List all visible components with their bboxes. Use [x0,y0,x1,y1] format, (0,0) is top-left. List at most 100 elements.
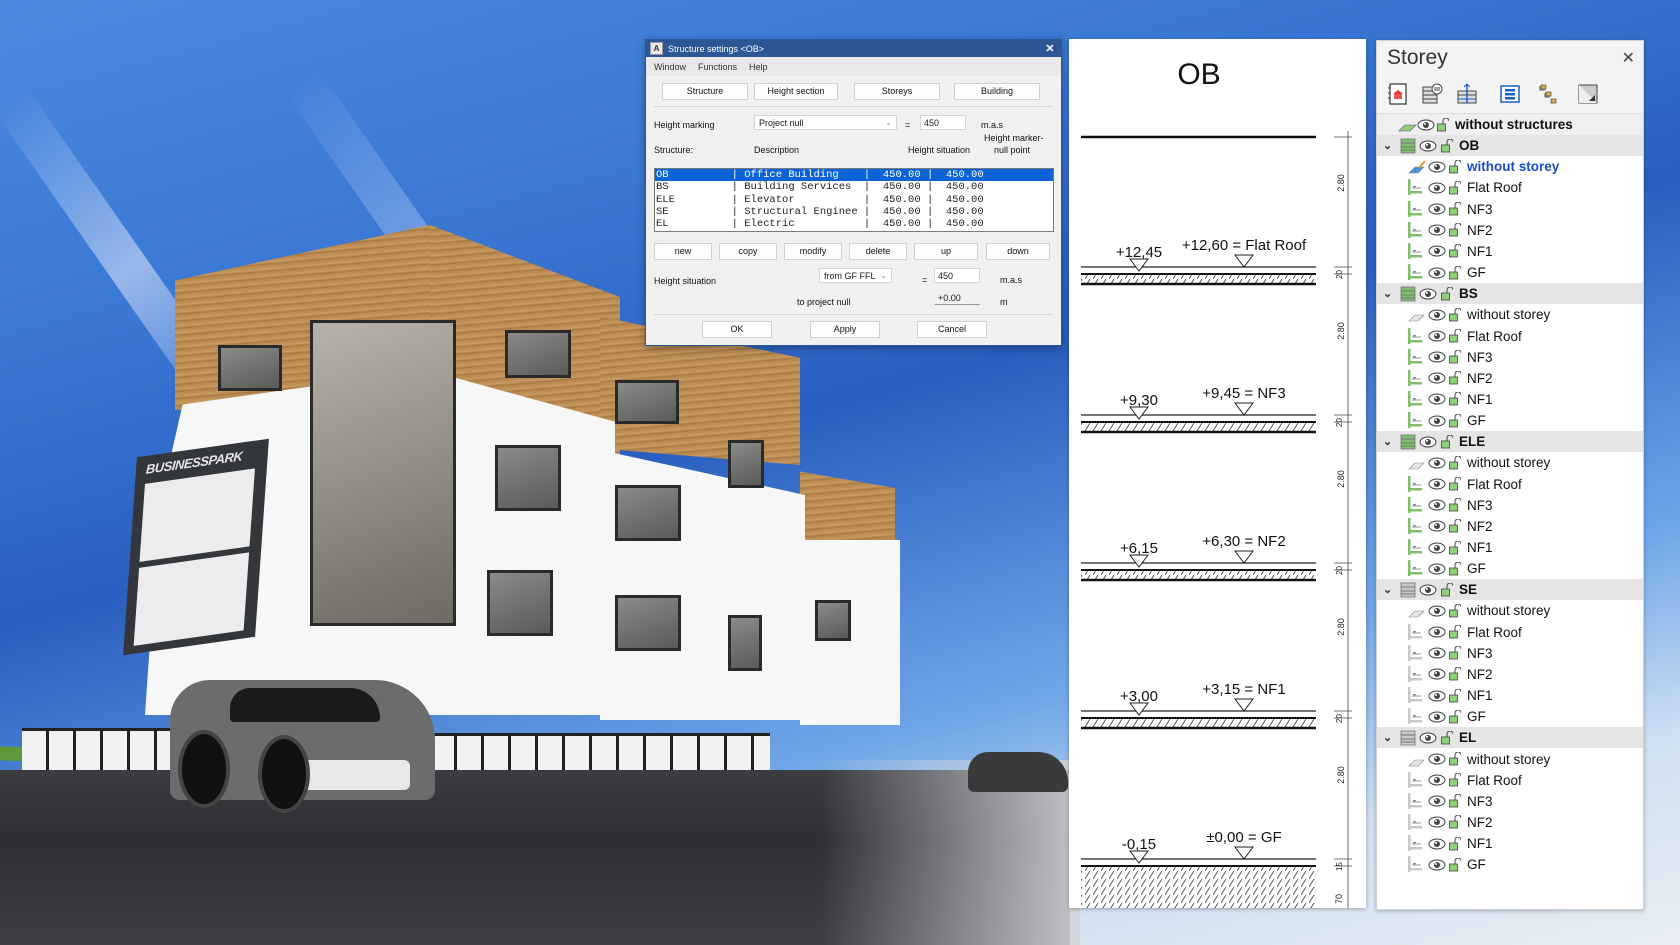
visibility-eye-icon[interactable] [1428,795,1446,807]
visibility-eye-icon[interactable] [1428,161,1446,173]
menu-window[interactable]: Window [654,62,686,72]
tree-item-storey[interactable]: GF [1377,262,1643,283]
list-icon[interactable] [1499,83,1521,105]
tree-item-storey[interactable]: NF3 [1377,495,1643,516]
unlocked-icon[interactable] [1449,646,1461,660]
structure-list-row[interactable]: SE | Structural Enginee | 450.00 | 450.0… [655,206,1053,218]
visibility-eye-icon[interactable] [1428,267,1446,279]
tree-item-storey[interactable]: NF2 [1377,664,1643,685]
visibility-eye-icon[interactable] [1428,690,1446,702]
tree-item-storey[interactable]: NF2 [1377,220,1643,241]
visibility-eye-icon[interactable] [1428,859,1446,871]
unlocked-icon[interactable] [1449,561,1461,576]
structure-list-row[interactable]: BS | Building Services | 450.00 | 450.00 [655,181,1053,193]
unlocked-icon[interactable] [1449,265,1461,280]
chevron-down-icon[interactable]: ⌄ [1383,435,1395,448]
unlocked-icon[interactable] [1449,625,1461,639]
apply-button[interactable]: Apply [810,321,880,338]
visibility-eye-icon[interactable] [1428,626,1446,638]
visibility-eye-icon[interactable] [1428,330,1446,342]
tree-item-storey[interactable]: Flat Roof [1377,177,1643,198]
tree-item-storey[interactable]: NF3 [1377,199,1643,220]
close-icon[interactable]: ✕ [1039,42,1061,55]
tree-item-storey[interactable]: NF1 [1377,389,1643,410]
visibility-eye-icon[interactable] [1428,372,1446,384]
unlocked-icon[interactable] [1449,202,1461,216]
unlocked-icon[interactable] [1449,223,1461,237]
tree-item-storey[interactable]: Flat Roof [1377,326,1643,347]
unlocked-icon[interactable] [1449,350,1461,364]
unlocked-icon[interactable] [1449,794,1461,808]
unlocked-icon[interactable] [1449,688,1461,703]
unlocked-icon[interactable] [1449,540,1461,555]
visibility-eye-icon[interactable] [1428,838,1446,850]
visibility-eye-icon[interactable] [1419,140,1437,152]
tree-item-storey[interactable]: without storey [1377,304,1643,325]
tree-item-storey[interactable]: NF2 [1377,812,1643,833]
tab-building[interactable]: Building [954,83,1040,100]
visibility-eye-icon[interactable] [1428,415,1446,427]
height-situation-select[interactable]: from GF FFL ⌄ [819,268,892,283]
new-button[interactable]: new [654,243,712,260]
tree-group-bs[interactable]: ⌄ BS [1377,283,1643,305]
unlocked-icon[interactable] [1449,773,1461,787]
unlocked-icon[interactable] [1441,434,1453,449]
visibility-eye-icon[interactable] [1428,499,1446,511]
unlocked-icon[interactable] [1449,307,1461,322]
tree-item-storey[interactable]: GF [1377,706,1643,727]
visibility-eye-icon[interactable] [1428,309,1446,321]
tree-item-storey[interactable]: GF [1377,854,1643,875]
unlocked-icon[interactable] [1449,752,1461,766]
copy-button[interactable]: copy [719,243,777,260]
unlocked-icon[interactable] [1449,159,1461,174]
tree-group-ob[interactable]: ⌄ OB [1377,135,1643,157]
unlocked-icon[interactable] [1449,392,1461,406]
visibility-eye-icon[interactable] [1419,584,1437,596]
structure-list-row[interactable]: ELE | Elevator | 450.00 | 450.00 [655,194,1053,206]
visibility-eye-icon[interactable] [1428,520,1446,532]
unlocked-icon[interactable] [1441,582,1453,597]
tree-group-ele[interactable]: ⌄ ELE [1377,431,1643,453]
visibility-eye-icon[interactable] [1428,542,1446,554]
up-button[interactable]: up [914,243,978,260]
visibility-eye-icon[interactable] [1428,224,1446,236]
visibility-eye-icon[interactable] [1419,436,1437,448]
tree-item-storey[interactable]: NF2 [1377,516,1643,537]
tab-height-section[interactable]: Height section [754,83,838,100]
chevron-down-icon[interactable]: ⌄ [1383,287,1395,300]
delete-button[interactable]: delete [849,243,907,260]
visibility-eye-icon[interactable] [1428,711,1446,723]
chevron-down-icon[interactable]: ⌄ [1383,583,1395,596]
menu-help[interactable]: Help [749,62,768,72]
down-button[interactable]: down [986,243,1050,260]
unlocked-icon[interactable] [1449,836,1461,851]
structure-list-row[interactable]: OB | Office Building | 450.00 | 450.00 [655,169,1053,182]
height-situation-input[interactable]: 450 [934,268,980,283]
visibility-eye-icon[interactable] [1428,774,1446,786]
visibility-eye-icon[interactable] [1428,478,1446,490]
chevron-down-icon[interactable]: ⌄ [1383,139,1395,152]
tree-item-storey[interactable]: NF2 [1377,368,1643,389]
tab-storeys[interactable]: Storeys [854,83,940,100]
unlocked-icon[interactable] [1449,709,1461,724]
height-marking-select[interactable]: Project null ⌄ [754,115,897,130]
unlocked-icon[interactable] [1449,455,1461,470]
tab-structure[interactable]: Structure [662,83,748,100]
unlocked-icon[interactable] [1449,498,1461,512]
visibility-eye-icon[interactable] [1428,647,1446,659]
visibility-eye-icon[interactable] [1428,605,1446,617]
visibility-eye-icon[interactable] [1428,816,1446,828]
unlocked-icon[interactable] [1449,477,1461,491]
storey-book-icon[interactable] [1387,83,1409,105]
tree-item-storey[interactable]: without storey [1377,749,1643,770]
tree-group-el[interactable]: ⌄ EL [1377,727,1643,749]
visibility-eye-icon[interactable] [1428,182,1446,194]
tree-item-storey[interactable]: GF [1377,558,1643,579]
unlocked-icon[interactable] [1449,667,1461,681]
structure-list[interactable]: OB | Office Building | 450.00 | 450.00 BS… [654,168,1054,232]
visibility-eye-icon[interactable] [1428,245,1446,257]
tree-item-storey[interactable]: without storey [1377,600,1643,621]
tree-item-storey[interactable]: Flat Roof [1377,770,1643,791]
storey-height-icon[interactable] [1456,83,1478,105]
tree-item-storey[interactable]: GF [1377,410,1643,431]
